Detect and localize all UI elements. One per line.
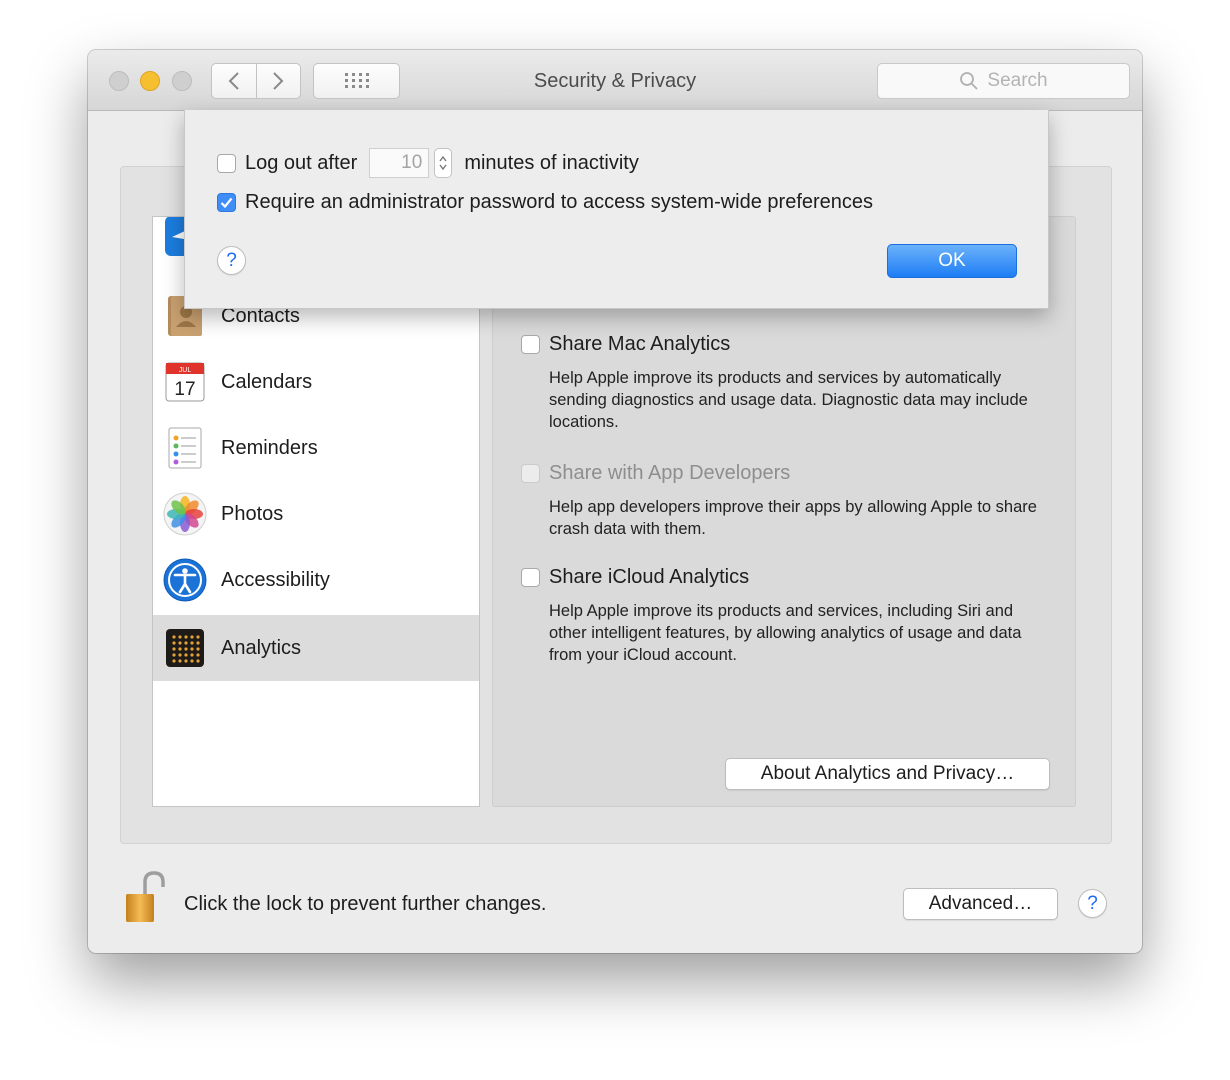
- logout-row: Log out after 10 minutes of inactivity: [217, 148, 639, 178]
- logout-checkbox[interactable]: [217, 153, 236, 173]
- option-description: Help Apple improve its products and serv…: [549, 602, 1022, 664]
- sidebar-item-label: Analytics: [221, 636, 302, 659]
- about-analytics-privacy-button[interactable]: About Analytics and Privacy…: [725, 758, 1050, 790]
- share-mac-analytics-checkbox[interactable]: [521, 335, 540, 354]
- sidebar-item-label: Reminders: [221, 436, 318, 459]
- photos-flower-icon: [163, 492, 207, 536]
- reminders-list-icon: [168, 427, 202, 469]
- help-button[interactable]: ?: [1078, 889, 1107, 918]
- lock-status-text: Click the lock to prevent further change…: [184, 893, 547, 915]
- option-title: Share Mac Analytics: [549, 333, 731, 355]
- admin-password-checkbox[interactable]: [217, 192, 236, 212]
- stepper-arrows-icon: [439, 155, 447, 171]
- title-bar: Security & Privacy Search: [88, 50, 1142, 111]
- search-placeholder: Search: [987, 70, 1048, 91]
- svg-text:17: 17: [174, 379, 195, 400]
- minutes-stepper[interactable]: [434, 148, 453, 178]
- sidebar-item-calendars[interactable]: JUL 17 Calendars: [153, 349, 479, 415]
- advanced-button[interactable]: Advanced…: [903, 888, 1058, 920]
- calendar-icon: JUL 17: [165, 362, 205, 402]
- ok-button[interactable]: OK: [887, 244, 1017, 278]
- option-description: Help Apple improve its products and serv…: [549, 369, 1028, 431]
- sidebar-item-label: Calendars: [221, 370, 313, 393]
- sidebar-item-label: Photos: [221, 502, 284, 525]
- advanced-settings-sheet: Log out after 10 minutes of inactivity R…: [184, 110, 1049, 309]
- sidebar-item-accessibility[interactable]: Accessibility: [153, 547, 479, 613]
- minutes-suffix: minutes of inactivity: [464, 151, 639, 174]
- logout-label: Log out after: [245, 151, 358, 174]
- search-icon: [960, 72, 979, 90]
- security-privacy-window: Security & Privacy Search Contacts JUL 1…: [88, 50, 1142, 953]
- sidebar-item-reminders[interactable]: Reminders: [153, 415, 479, 481]
- admin-password-row: Require an administrator password to acc…: [217, 189, 873, 215]
- sidebar-item-analytics[interactable]: Analytics: [153, 615, 479, 681]
- analytics-grid-icon: [166, 629, 204, 667]
- option-title: Share iCloud Analytics: [549, 566, 750, 588]
- minutes-input[interactable]: 10: [369, 148, 430, 178]
- share-icloud-analytics-checkbox[interactable]: [521, 568, 540, 587]
- option-description: Help app developers improve their apps b…: [549, 498, 1037, 538]
- sidebar-item-label: Accessibility: [221, 568, 330, 591]
- search-field[interactable]: Search: [877, 63, 1130, 99]
- option-title: Share with App Developers: [549, 462, 791, 484]
- sidebar-item-photos[interactable]: Photos: [153, 481, 479, 547]
- sheet-help-button[interactable]: ?: [217, 246, 246, 275]
- accessibility-icon: [163, 558, 207, 602]
- share-with-app-developers-checkbox[interactable]: [521, 464, 540, 483]
- unlocked-padlock-icon[interactable]: [124, 870, 166, 924]
- admin-password-label: Require an administrator password to acc…: [245, 190, 874, 213]
- svg-text:JUL: JUL: [179, 367, 192, 374]
- checkmark-icon: [220, 197, 233, 208]
